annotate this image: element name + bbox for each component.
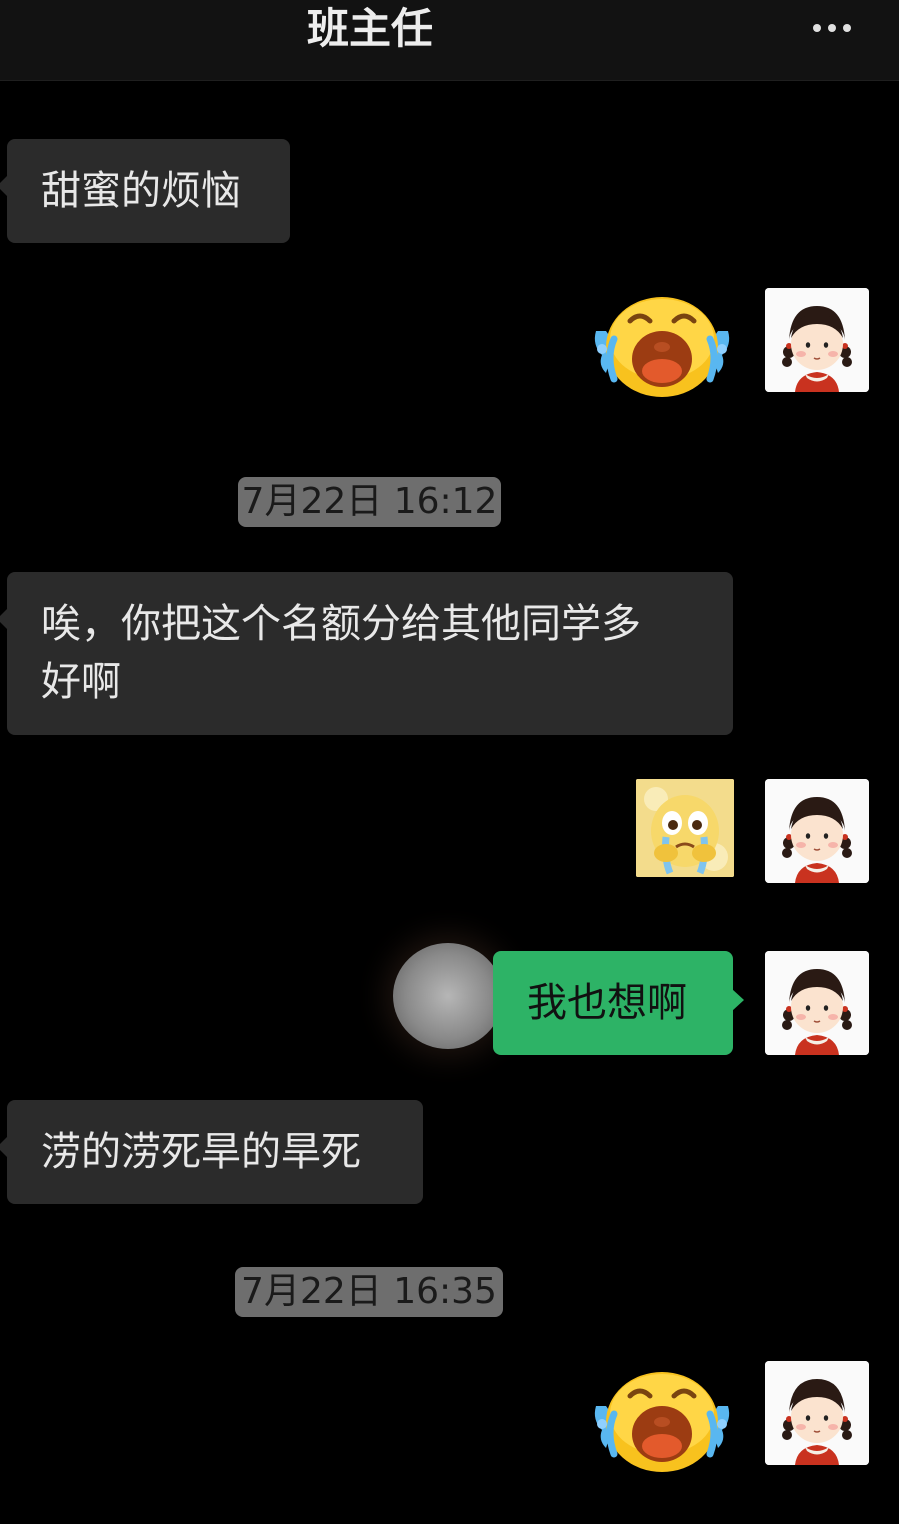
background-moon-image bbox=[393, 943, 503, 1049]
message-timestamp: 7月22日 16:35 bbox=[235, 1267, 503, 1317]
crying-face-emoji-icon[interactable] bbox=[592, 293, 732, 403]
outgoing-message-bubble[interactable]: 我也想啊 bbox=[493, 951, 744, 1055]
chat-title: 班主任 bbox=[306, 4, 433, 53]
chat-header: 班主任 bbox=[0, 0, 899, 81]
message-timestamp: 7月22日 16:12 bbox=[238, 477, 501, 527]
girl-avatar-icon[interactable] bbox=[765, 288, 869, 392]
crying-cartoon-sticker-icon[interactable] bbox=[636, 779, 734, 877]
message-text-line: 好啊 bbox=[41, 659, 121, 705]
incoming-message-bubble[interactable]: 涝的涝死旱的旱死 bbox=[0, 1100, 423, 1204]
message-text-line: 唉，你把这个名额分给其他同学多 bbox=[41, 601, 641, 647]
crying-face-emoji-icon[interactable] bbox=[592, 1368, 732, 1478]
incoming-message-bubble[interactable]: 甜蜜的烦恼 bbox=[0, 139, 290, 243]
incoming-message-bubble[interactable]: 唉，你把这个名额分给其他同学多 好啊 bbox=[0, 572, 733, 735]
message-text: 甜蜜的烦恼 bbox=[41, 168, 241, 214]
girl-avatar-icon[interactable] bbox=[765, 779, 869, 883]
message-list[interactable]: 甜蜜的烦恼 7月22日 16:12 唉，你把这个名额分给其他同学多 好啊 我也想… bbox=[0, 81, 899, 1524]
message-text: 我也想啊 bbox=[527, 980, 687, 1026]
girl-avatar-icon[interactable] bbox=[765, 1361, 869, 1465]
message-text: 涝的涝死旱的旱死 bbox=[41, 1129, 361, 1175]
girl-avatar-icon[interactable] bbox=[765, 951, 869, 1055]
more-dots-icon[interactable] bbox=[813, 24, 851, 32]
